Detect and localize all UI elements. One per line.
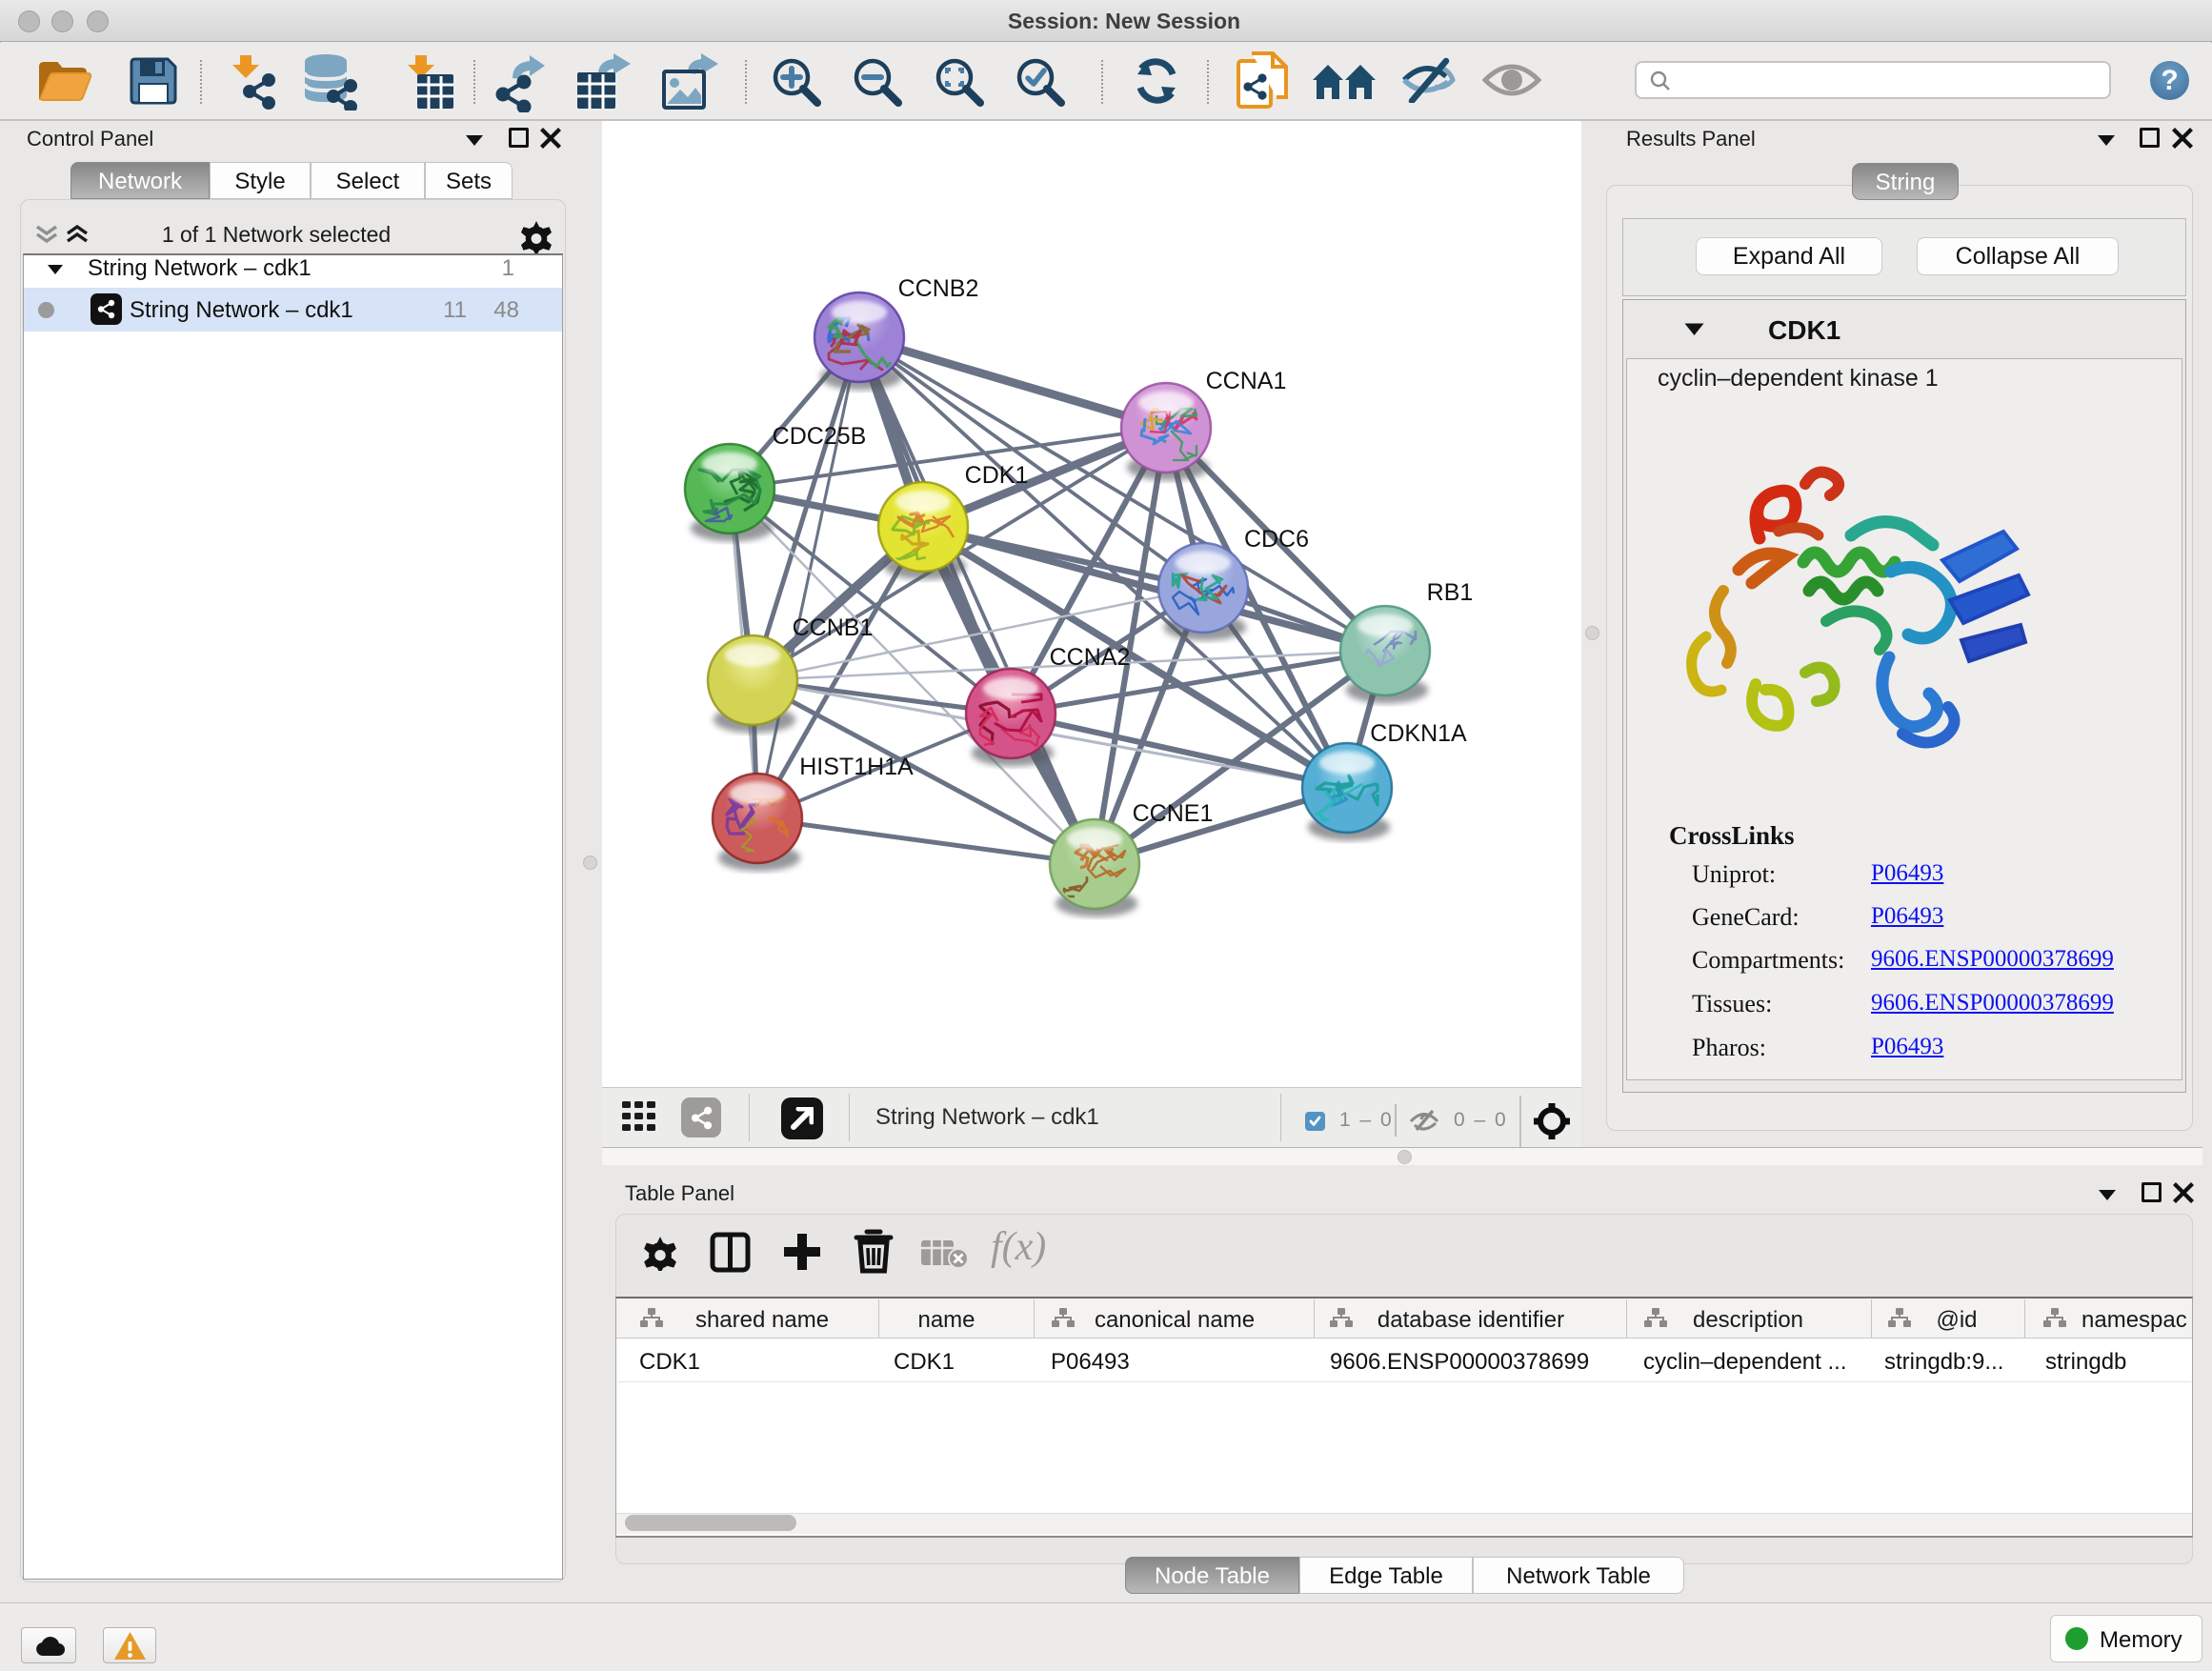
- svg-text:CDC25B: CDC25B: [773, 423, 867, 450]
- svg-text:CCNA1: CCNA1: [1206, 368, 1287, 394]
- svg-text:CCNB2: CCNB2: [898, 275, 979, 302]
- svg-text:CDC6: CDC6: [1244, 526, 1309, 553]
- svg-text:CDK1: CDK1: [965, 462, 1029, 489]
- svg-text:CCNB1: CCNB1: [793, 614, 874, 641]
- svg-text:CCNE1: CCNE1: [1133, 800, 1214, 827]
- svg-text:CDKN1A: CDKN1A: [1370, 720, 1467, 747]
- svg-text:RB1: RB1: [1427, 579, 1474, 606]
- svg-text:CCNA2: CCNA2: [1050, 644, 1131, 671]
- svg-text:HIST1H1A: HIST1H1A: [799, 754, 914, 780]
